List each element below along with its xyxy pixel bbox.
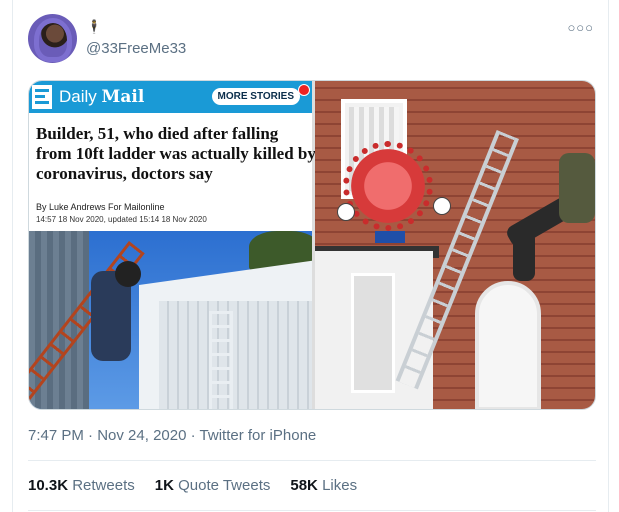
tweet-timestamp[interactable]: 7:47 PM · Nov 24, 2020 · Twitter for iPh…	[28, 427, 316, 444]
cartoon-virus-photo[interactable]	[315, 81, 595, 409]
avatar[interactable]	[28, 14, 77, 63]
divider	[28, 510, 596, 511]
quote-tweets-stat[interactable]: 1K Quote Tweets	[155, 477, 271, 494]
notification-dot-icon	[298, 84, 310, 96]
tweet-card: 🕴 @33FreeMe33 ○○○ Daily Mail MORE STORIE…	[12, 0, 609, 512]
likes-stat[interactable]: 58K Likes	[290, 477, 357, 494]
menu-icon	[32, 85, 52, 109]
display-name[interactable]: 🕴	[86, 19, 102, 35]
bay-window-pane	[351, 273, 395, 393]
article-headline: Builder, 51, who died after falling from…	[36, 124, 316, 183]
arched-door	[475, 281, 541, 409]
white-ladder	[209, 311, 233, 409]
retweets-stat[interactable]: 10.3K Retweets	[28, 477, 135, 494]
builder-head	[115, 261, 141, 287]
daily-mail-header-bar: Daily Mail MORE STORIES	[29, 81, 312, 113]
house-siding	[159, 301, 312, 409]
ellipsis-icon[interactable]: ○○○	[567, 20, 594, 35]
tweet-source[interactable]: Twitter for iPhone	[200, 427, 317, 444]
virus-feet	[375, 231, 405, 243]
more-stories-button: MORE STORIES	[211, 88, 300, 105]
article-dateline: 14:57 18 Nov 2020, updated 15:14 18 Nov …	[36, 215, 207, 224]
virus-hand-right	[433, 197, 451, 215]
tweet-media[interactable]: Daily Mail MORE STORIES Builder, 51, who…	[28, 80, 596, 410]
user-handle[interactable]: @33FreeMe33	[86, 40, 186, 57]
tweet-stats: 10.3K Retweets 1K Quote Tweets 58K Likes	[28, 477, 357, 494]
daily-mail-logo: Daily Mail	[59, 87, 145, 107]
news-screenshot-image[interactable]: Daily Mail MORE STORIES Builder, 51, who…	[29, 81, 316, 409]
cartoon-virus-icon	[343, 141, 433, 231]
virus-hand-left	[337, 203, 355, 221]
divider	[28, 460, 596, 461]
builder-ladder-photo	[29, 231, 312, 409]
man-on-ladder	[559, 153, 595, 223]
avatar-hood	[34, 18, 72, 62]
man-lower-leg	[513, 231, 535, 281]
article-byline: By Luke Andrews For Mailonline	[36, 202, 165, 212]
